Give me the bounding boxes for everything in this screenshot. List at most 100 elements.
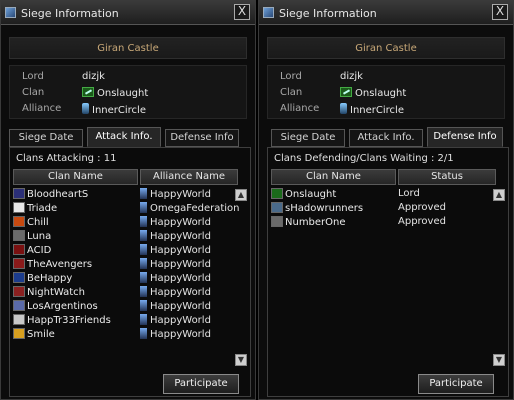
clan-name: Onslaught [285, 189, 337, 200]
status-cell: Approved [398, 202, 446, 213]
title-bar[interactable]: Siege Information X [1, 1, 255, 25]
clan-name: Triade [27, 203, 58, 214]
clan-crest-icon [271, 202, 283, 213]
clan-name-cell: Chill [13, 216, 143, 228]
window-icon [5, 7, 16, 18]
clan-name-cell: Triade [13, 202, 143, 214]
close-icon[interactable]: X [492, 4, 508, 20]
alliance-crest-icon [340, 103, 347, 114]
window-title: Siege Information [279, 7, 377, 20]
alliance: HappyWorld [150, 315, 211, 326]
alliance: HappyWorld [150, 189, 211, 200]
alliance-crest-icon [140, 216, 147, 227]
tab-defense-info[interactable]: Defense Info [427, 127, 503, 147]
clan-name: NightWatch [27, 287, 85, 298]
clan-crest-icon [13, 188, 25, 199]
column-alliance-name[interactable]: Alliance Name [140, 169, 238, 185]
castle-banner: Giran Castle [267, 37, 505, 59]
status: Lord [398, 188, 420, 199]
clan-crest-icon [13, 202, 25, 213]
status: Approved [398, 202, 446, 213]
clan-name-cell: TheAvengers [13, 258, 143, 270]
clan-name: HappTr33Friends [27, 315, 111, 326]
alliance-crest-icon [140, 258, 147, 269]
attackers-list: BloodheartS HappyWorld Triade OmegaFederati… [13, 188, 240, 342]
table-row[interactable]: Luna HappyWorld [13, 230, 230, 244]
alliance-value-wrap: InnerCircle [82, 103, 146, 116]
alliance-cell: HappyWorld [140, 188, 211, 200]
alliance-cell: HappyWorld [140, 244, 211, 256]
scroll-up-arrow-icon[interactable]: ▲ [235, 189, 247, 201]
alliance-cell: HappyWorld [140, 328, 211, 340]
alliance-crest-icon [140, 286, 147, 297]
clan-name: TheAvengers [27, 259, 93, 270]
table-row[interactable]: NightWatch HappyWorld [13, 286, 230, 300]
alliance-value-wrap: InnerCircle [340, 103, 404, 116]
scroll-up-arrow-icon[interactable]: ▲ [493, 189, 505, 201]
status-cell: Approved [398, 216, 446, 227]
participate-button[interactable]: Participate [418, 374, 494, 394]
castle-name: Giran Castle [355, 43, 417, 54]
table-row[interactable]: Chill HappyWorld [13, 216, 230, 230]
table-row[interactable]: LosArgentinos HappyWorld [13, 300, 230, 314]
alliance-cell: HappyWorld [140, 272, 211, 284]
siege-window-defense: Siege Information X Giran Castle Lord di… [258, 0, 514, 400]
window-icon [263, 7, 274, 18]
close-icon[interactable]: X [234, 4, 250, 20]
clan-name-cell: ACID [13, 244, 143, 256]
tab-bar: Siege Date Attack Info. Defense Info [9, 127, 247, 147]
alliance-crest-icon [140, 188, 147, 199]
siege-window-attack: Siege Information X Giran Castle Lord di… [0, 0, 256, 400]
alliance: HappyWorld [150, 231, 211, 242]
clan-crest-icon [13, 216, 25, 227]
clan-crest-icon [13, 300, 25, 311]
alliance-crest-icon [140, 314, 147, 325]
clan-crest-icon [13, 258, 25, 269]
table-row[interactable]: ACID HappyWorld [13, 244, 230, 258]
clan-crest-icon [13, 286, 25, 297]
scroll-down-arrow-icon[interactable]: ▼ [235, 354, 247, 366]
column-clan-name[interactable]: Clan Name [271, 169, 396, 185]
alliance-value: InnerCircle [92, 105, 146, 116]
castle-name: Giran Castle [97, 43, 159, 54]
table-row[interactable]: Onslaught Lord [271, 188, 488, 202]
table-row[interactable]: Triade OmegaFederation [13, 202, 240, 216]
alliance-cell: HappyWorld [140, 258, 211, 270]
clan-value-wrap: Onslaught [340, 87, 406, 99]
participate-button[interactable]: Participate [163, 374, 239, 394]
alliance: HappyWorld [150, 287, 211, 298]
alliance-cell: HappyWorld [140, 286, 211, 298]
clan-name-cell: NightWatch [13, 286, 143, 298]
lord-label: Lord [280, 71, 302, 82]
alliance-cell: OmegaFederation [140, 202, 240, 214]
title-bar[interactable]: Siege Information X [259, 1, 513, 25]
clan-crest-icon [271, 188, 283, 199]
table-row[interactable]: TheAvengers HappyWorld [13, 258, 230, 272]
table-row[interactable]: BloodheartS HappyWorld [13, 188, 230, 202]
table-row[interactable]: BeHappy HappyWorld [13, 272, 230, 286]
clan-crest-icon [13, 230, 25, 241]
column-status[interactable]: Status [398, 169, 496, 185]
attack-panel: Clans Attacking : 11 Clan Name Alliance … [9, 147, 251, 397]
alliance: HappyWorld [150, 217, 211, 228]
lord-info: Lord dizjk Clan Onslaught Alliance Inner… [267, 65, 505, 119]
column-clan-name[interactable]: Clan Name [13, 169, 138, 185]
table-row[interactable]: Smile HappyWorld [13, 328, 230, 342]
tab-attack-info[interactable]: Attack Info. [87, 127, 161, 147]
tab-siege-date[interactable]: Siege Date [9, 129, 83, 147]
status: Approved [398, 216, 446, 227]
table-row[interactable]: NumberOne Approved [271, 216, 488, 230]
clan-crest-icon [82, 87, 94, 97]
scroll-down-arrow-icon[interactable]: ▼ [493, 354, 505, 366]
tab-attack-info[interactable]: Attack Info. [349, 129, 423, 147]
table-row[interactable]: sHadowrunners Approved [271, 202, 488, 216]
alliance-crest-icon [82, 103, 89, 114]
clan-crest-icon [271, 216, 283, 227]
tab-siege-date[interactable]: Siege Date [271, 129, 345, 147]
table-row[interactable]: HappTr33Friends HappyWorld [13, 314, 230, 328]
alliance-label: Alliance [280, 103, 320, 114]
tab-defense-info[interactable]: Defense Info [165, 129, 239, 147]
alliance-crest-icon [140, 244, 147, 255]
alliance-crest-icon [140, 272, 147, 283]
clan-name: LosArgentinos [27, 301, 98, 312]
